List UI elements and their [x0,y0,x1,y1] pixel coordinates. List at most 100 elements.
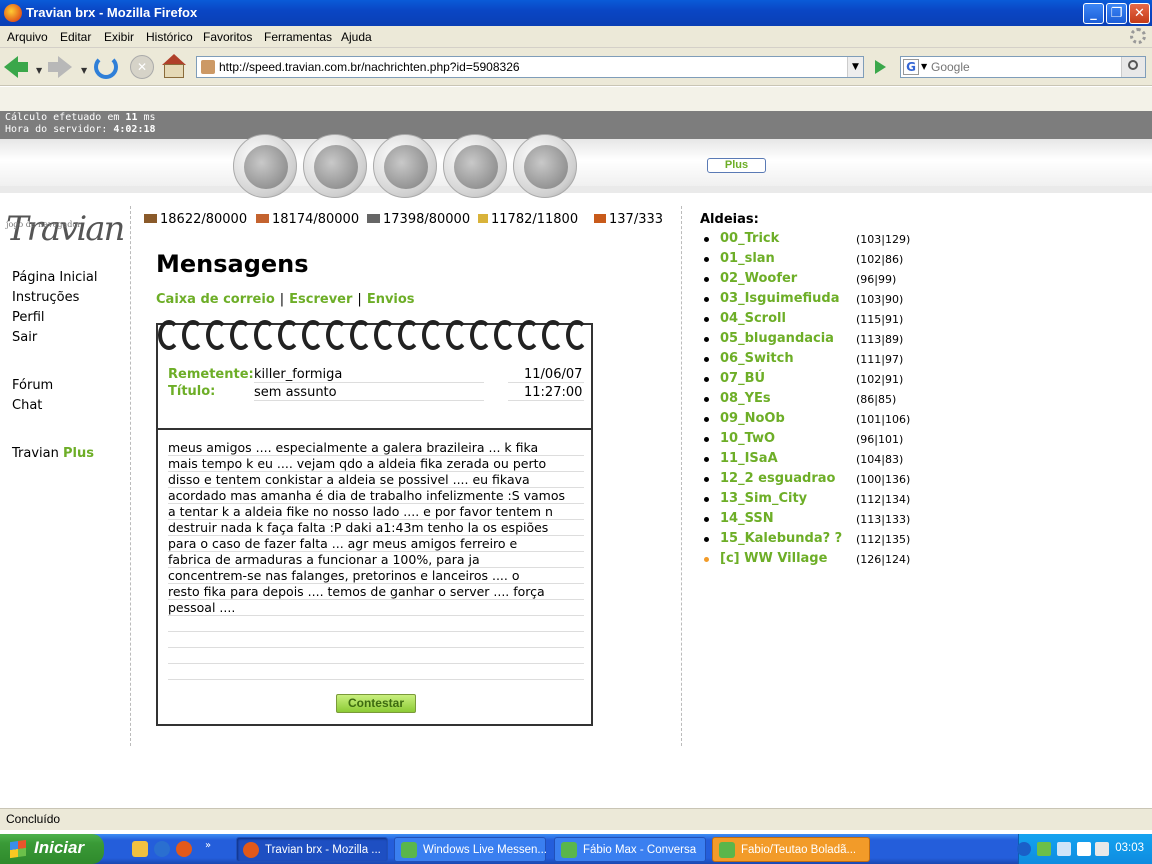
village-link[interactable]: 10_TwO [720,431,775,446]
firefox-icon [4,4,22,22]
search-input[interactable] [931,59,1119,75]
window-title: Travian brx - Mozilla Firefox [26,5,198,20]
outlook-quicklaunch-icon[interactable] [132,841,148,857]
reports-icon[interactable] [513,134,577,198]
close-button[interactable]: ✕ [1129,3,1150,24]
device-tray-icon[interactable] [1077,842,1091,856]
forward-dropdown-icon[interactable]: ▼ [81,66,87,75]
task-label: Windows Live Messen... [423,844,547,856]
ie-quicklaunch-icon[interactable] [154,841,170,857]
sent-link[interactable]: Envios [367,292,415,307]
reload-icon[interactable] [94,54,120,80]
quicklaunch-overflow-icon[interactable]: » [205,840,211,851]
village-link[interactable]: 07_BÚ [720,371,765,386]
menu-ferramentas[interactable]: Ferramentas [264,30,332,44]
nav-travian-plus-link[interactable]: Travian Plus [12,446,94,461]
start-label: Iniciar [34,838,85,857]
bullet-icon [704,557,709,562]
bullet-icon [704,317,709,322]
firefox-quicklaunch-icon[interactable] [176,841,192,857]
task-conversation-fabio[interactable]: Fábio Max - Conversa [554,837,706,862]
statistics-icon[interactable] [443,134,507,198]
resource-clay: 18174/80000 [256,212,359,227]
travian-logo[interactable]: jogo de navegador Travian [6,208,125,250]
nav-forum-link[interactable]: Fórum [12,378,53,393]
village-link[interactable]: 08_YEs [720,391,771,406]
village-link[interactable]: 11_ISaA [720,451,778,466]
village-coordinates: (100|136) [856,473,911,486]
google-engine-icon[interactable]: G [903,59,919,75]
task-label: Travian brx - Mozilla ... [265,844,381,856]
start-button[interactable]: Iniciar [0,834,104,864]
restore-button[interactable]: ❐ [1106,3,1127,24]
menu-arquivo[interactable]: Arquivo [7,30,48,44]
nav-logout-link[interactable]: Sair [12,330,37,345]
menu-exibir[interactable]: Exibir [104,30,134,44]
forward-arrow-icon[interactable] [48,54,74,80]
iron-value: 17398/80000 [383,212,471,227]
menu-ajuda[interactable]: Ajuda [341,30,372,44]
village-link[interactable]: 02_Woofer [720,271,797,286]
task-messenger[interactable]: Windows Live Messen... [394,837,547,862]
village-link[interactable]: 04_Scroll [720,311,786,326]
url-input[interactable] [219,59,839,75]
menu-editar[interactable]: Editar [60,30,91,44]
task-conversation-teutao[interactable]: Fabio/Teutao Boladã... [712,837,870,862]
village-coordinates: (111|97) [856,353,904,366]
bullet-icon [704,477,709,482]
village-link[interactable]: 12_2 esguadrao [720,471,835,486]
menu-historico[interactable]: Histórico [146,30,193,44]
home-icon[interactable] [162,54,188,80]
back-arrow-icon[interactable] [4,54,30,80]
engine-dropdown-icon[interactable]: ▼ [921,62,927,71]
go-icon[interactable] [870,57,890,77]
crop-value: 11782/11800 [491,212,579,227]
bullet-icon [704,297,709,302]
village-link[interactable]: 09_NoOb [720,411,785,426]
village-link[interactable]: 01_slan [720,251,775,266]
resource-consumption: 137/333 [594,212,663,227]
village-link[interactable]: 14_SSN [720,511,774,526]
address-bar[interactable]: ▼ [196,56,864,78]
network-tray-icon[interactable] [1057,842,1071,856]
nav-home-link[interactable]: Página Inicial [12,270,97,285]
village-link[interactable]: 06_Switch [720,351,794,366]
sender-name[interactable]: killer_formiga [254,367,342,382]
inbox-link[interactable]: Caixa de correio [156,292,275,307]
url-dropdown-icon[interactable]: ▼ [847,57,863,77]
subject-row: Título: [168,384,215,399]
wood-value: 18622/80000 [160,212,248,227]
village-link[interactable]: 05_blugandacia [720,331,834,346]
reply-button[interactable]: Contestar [336,694,416,713]
nav-chat-link[interactable]: Chat [12,398,42,413]
menu-favoritos[interactable]: Favoritos [203,30,252,44]
village-link[interactable]: 13_Sim_City [720,491,807,506]
messenger-tray-icon[interactable] [1037,842,1051,856]
bullet-icon [704,417,709,422]
village-coordinates: (115|91) [856,313,904,326]
task-firefox[interactable]: Travian brx - Mozilla ... [236,837,388,862]
search-bar[interactable]: G ▼ [900,56,1146,78]
message-date: 11/06/07 [524,367,583,382]
tray-expand-icon[interactable] [1017,842,1031,856]
compose-link[interactable]: Escrever [289,292,352,307]
minimize-button[interactable]: _ [1083,3,1104,24]
nav-instructions-link[interactable]: Instruções [12,290,79,305]
nav-profile-link[interactable]: Perfil [12,310,45,325]
village-link[interactable]: 03_Isguimefiuda [720,291,840,306]
village-coordinates: (103|129) [856,233,911,246]
village-link[interactable]: 15_Kalebunda? ? [720,531,842,546]
pen-tray-icon[interactable] [1095,842,1109,856]
stop-icon[interactable]: ✕ [130,54,156,80]
back-dropdown-icon[interactable]: ▼ [36,66,42,75]
map-icon[interactable] [373,134,437,198]
village-overview-icon[interactable] [233,134,297,198]
village-link[interactable]: 00_Trick [720,231,779,246]
page-title: Mensagens [156,250,309,278]
plus-word: Plus [63,446,94,461]
village-coordinates: (101|106) [856,413,911,426]
plus-button[interactable]: Plus [707,158,766,173]
village-link[interactable]: [c] WW Village [720,551,827,566]
village-center-icon[interactable] [303,134,367,198]
search-icon[interactable] [1121,57,1145,77]
